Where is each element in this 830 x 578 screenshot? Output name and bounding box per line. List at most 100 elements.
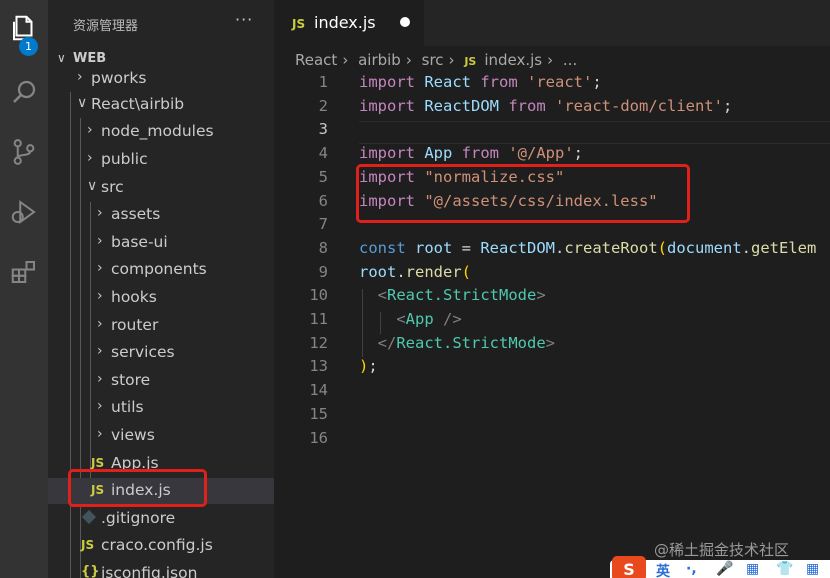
- chevron-right-icon: ›: [97, 288, 103, 304]
- code-token: <: [377, 286, 388, 305]
- json-file-icon: {}: [81, 564, 100, 578]
- code-line[interactable]: <React.StrictMode>: [359, 286, 830, 304]
- code-token: createRoot: [564, 238, 658, 257]
- ime-toolbar-item[interactable]: ▦: [806, 561, 819, 577]
- code-line[interactable]: import "@/assets/css/index.less": [359, 192, 830, 210]
- tree-folder[interactable]: › store: [48, 368, 274, 394]
- tree-item-label: views: [111, 426, 155, 444]
- line-number: 6: [318, 191, 328, 210]
- extensions-button[interactable]: [0, 248, 48, 296]
- breadcrumb-more[interactable]: ...: [563, 51, 577, 69]
- code-line[interactable]: root.render(: [359, 263, 830, 281]
- js-file-icon: JS: [91, 455, 105, 470]
- tree-folder[interactable]: › services: [48, 340, 274, 366]
- tree-item-label: node_modules: [101, 122, 214, 141]
- tree-item-label: jsconfig.json: [101, 564, 198, 578]
- tree-item-label: public: [101, 150, 148, 168]
- chevron-down-icon: ∨: [57, 51, 66, 65]
- chevron-right-icon: ›: [97, 426, 103, 442]
- tree-folder[interactable]: ∨ src: [48, 175, 274, 201]
- code-line[interactable]: import React from 'react';: [359, 73, 830, 91]
- explorer-badge: 1: [19, 37, 38, 56]
- tree-item-label: hooks: [111, 288, 157, 306]
- run-debug-button[interactable]: [0, 188, 48, 236]
- more-actions-icon[interactable]: ···: [235, 10, 253, 29]
- tree-folder[interactable]: › base-ui: [48, 230, 274, 256]
- code-token: 'react-dom/client': [555, 96, 723, 115]
- tree-item-label: base-ui: [111, 232, 168, 251]
- ime-toolbar-item[interactable]: 🎤: [716, 561, 733, 577]
- ime-toolbar-item[interactable]: 👕: [776, 561, 793, 577]
- js-file-icon: JS: [464, 55, 477, 68]
- explorer-header: 资源管理器 ···: [48, 0, 274, 46]
- tree-folder[interactable]: › router: [48, 313, 274, 339]
- breadcrumb-item[interactable]: airbib: [358, 51, 401, 69]
- source-control-icon: [13, 139, 35, 165]
- search-button[interactable]: [0, 68, 48, 116]
- line-number: 13: [309, 357, 328, 376]
- code-line[interactable]: import ReactDOM from 'react-dom/client';: [359, 97, 830, 115]
- code-token: (: [461, 262, 472, 281]
- code-line[interactable]: import App from '@/App';: [359, 144, 830, 162]
- code-token: root: [415, 238, 453, 257]
- tree-file[interactable]: .gitignore: [48, 506, 274, 532]
- tree-folder[interactable]: › views: [48, 423, 274, 449]
- code-token: import: [359, 73, 415, 91]
- code-token: "normalize.css": [424, 167, 565, 186]
- tree-folder[interactable]: › hooks: [48, 285, 274, 311]
- ime-toolbar-item[interactable]: ·,: [686, 561, 697, 577]
- ime-toolbar-item[interactable]: ▦: [746, 561, 759, 577]
- breadcrumb-file[interactable]: index.js: [484, 51, 542, 69]
- code-line[interactable]: import "normalize.css": [359, 168, 830, 186]
- indent-guide: [362, 289, 363, 357]
- line-number: 8: [318, 238, 328, 257]
- breadcrumb-item[interactable]: src: [422, 51, 444, 69]
- code-token: React.StrictMode: [387, 286, 537, 305]
- line-number: 1: [318, 73, 328, 91]
- tree-folder[interactable]: › node_modules: [48, 119, 274, 145]
- tree-item-label: utils: [111, 398, 144, 417]
- tree-folder[interactable]: › public: [48, 147, 274, 173]
- code-token: ;: [592, 73, 602, 91]
- tab-index-js[interactable]: JS index.js: [274, 0, 424, 46]
- breadcrumb-item[interactable]: React: [295, 51, 337, 69]
- tree-folder[interactable]: › components: [48, 257, 274, 283]
- line-number: 16: [309, 428, 328, 447]
- editor-tab-bar: JS index.js: [274, 0, 830, 46]
- tree-file[interactable]: JS craco.config.js: [48, 533, 274, 559]
- unsaved-dot-icon[interactable]: [400, 17, 410, 27]
- code-token: App: [415, 144, 462, 163]
- line-number: 4: [318, 144, 328, 163]
- code-token: ;: [573, 144, 584, 163]
- tree-folder[interactable]: › pworks: [48, 66, 274, 92]
- tree-file[interactable]: {} jsconfig.json: [48, 561, 274, 578]
- tree-item-label: React\airbib: [91, 94, 185, 113]
- chevron-right-icon: ›: [97, 260, 103, 277]
- indent-guide: [380, 312, 381, 334]
- chevron-right-icon: ›: [77, 69, 83, 85]
- code-token: ): [359, 357, 369, 376]
- chevron-down-icon: ∨: [77, 94, 88, 111]
- ime-logo[interactable]: S: [612, 556, 646, 578]
- code-line[interactable]: );: [359, 357, 830, 375]
- tree-folder[interactable]: › assets: [48, 202, 274, 228]
- explorer-button[interactable]: 1: [0, 4, 48, 56]
- line-number: 7: [318, 215, 328, 234]
- tree-folder[interactable]: ∨ React\airbib: [48, 92, 274, 118]
- code-token: '@/App': [508, 144, 574, 163]
- line-number: 5: [318, 167, 328, 186]
- chevron-right-icon: ›: [97, 232, 103, 249]
- tree-item-label: router: [111, 315, 159, 334]
- ime-toolbar-item[interactable]: 英: [656, 561, 670, 578]
- source-control-button[interactable]: [0, 128, 48, 176]
- code-line[interactable]: </React.StrictMode>: [359, 334, 830, 352]
- tree-item-label: services: [111, 343, 175, 362]
- code-line[interactable]: <App />: [359, 310, 830, 328]
- code-line[interactable]: const root = ReactDOM.createRoot(documen…: [359, 239, 830, 257]
- tree-folder[interactable]: › utils: [48, 395, 274, 421]
- chevron-right-icon: ›: [547, 51, 554, 69]
